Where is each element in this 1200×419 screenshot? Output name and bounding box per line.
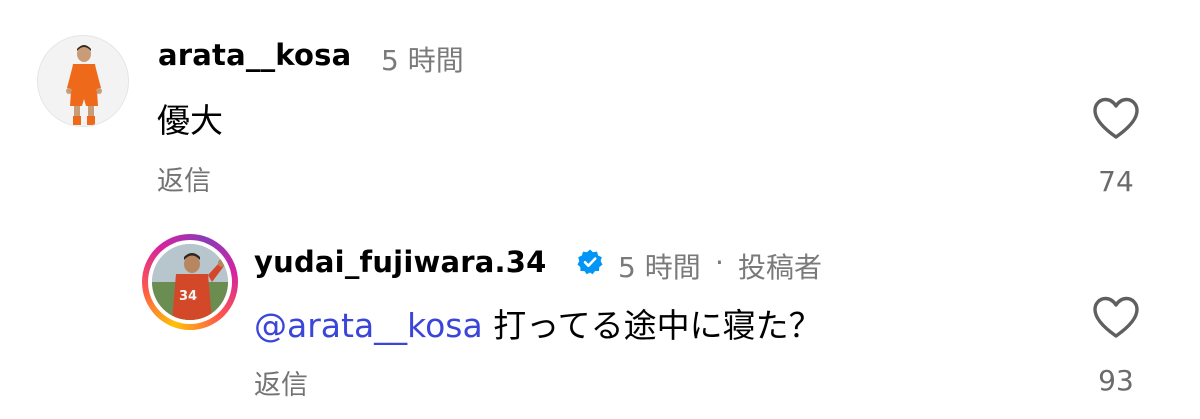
comment-text: 優大 <box>157 101 223 140</box>
like-count: 74 <box>1098 165 1134 198</box>
author-badge: 投稿者 <box>738 251 823 284</box>
reply-button[interactable]: 返信 <box>157 159 211 198</box>
comment-timestamp: 5 時間 <box>381 44 464 77</box>
svg-text:34: 34 <box>179 289 197 304</box>
reply-button[interactable]: 返信 <box>254 363 308 402</box>
story-ring-avatar[interactable]: 34 <box>142 234 238 330</box>
heart-outline-icon[interactable] <box>1091 294 1141 340</box>
comment-username[interactable]: yudai_fujiwara.34 <box>254 245 546 279</box>
comment-text: 打ってる途中に寝た？ <box>493 306 822 345</box>
avatar[interactable] <box>37 35 129 127</box>
like-count: 93 <box>1098 364 1134 397</box>
mention-link[interactable]: @arata__kosa <box>254 306 483 345</box>
comment-username[interactable]: arata__kosa <box>158 38 351 72</box>
comment-text-line: @arata__kosa 打ってる途中に寝た？ <box>254 299 822 347</box>
player-avatar-image <box>38 36 128 126</box>
comment-timestamp: 5 時間 <box>618 251 701 284</box>
player-avatar-image: 34 <box>152 244 228 320</box>
reply-comment-item: 34 yudai_fujiwara.34 5 時間 · 投稿者 @arata__… <box>0 210 1200 419</box>
avatar-border: 34 <box>148 240 232 324</box>
verified-badge-icon <box>577 249 603 275</box>
comment-item: arata__kosa 5 時間 優大 返信 74 <box>0 0 1200 210</box>
heart-outline-icon[interactable] <box>1091 95 1141 141</box>
meta-separator: · <box>715 246 724 279</box>
avatar: 34 <box>152 244 228 320</box>
